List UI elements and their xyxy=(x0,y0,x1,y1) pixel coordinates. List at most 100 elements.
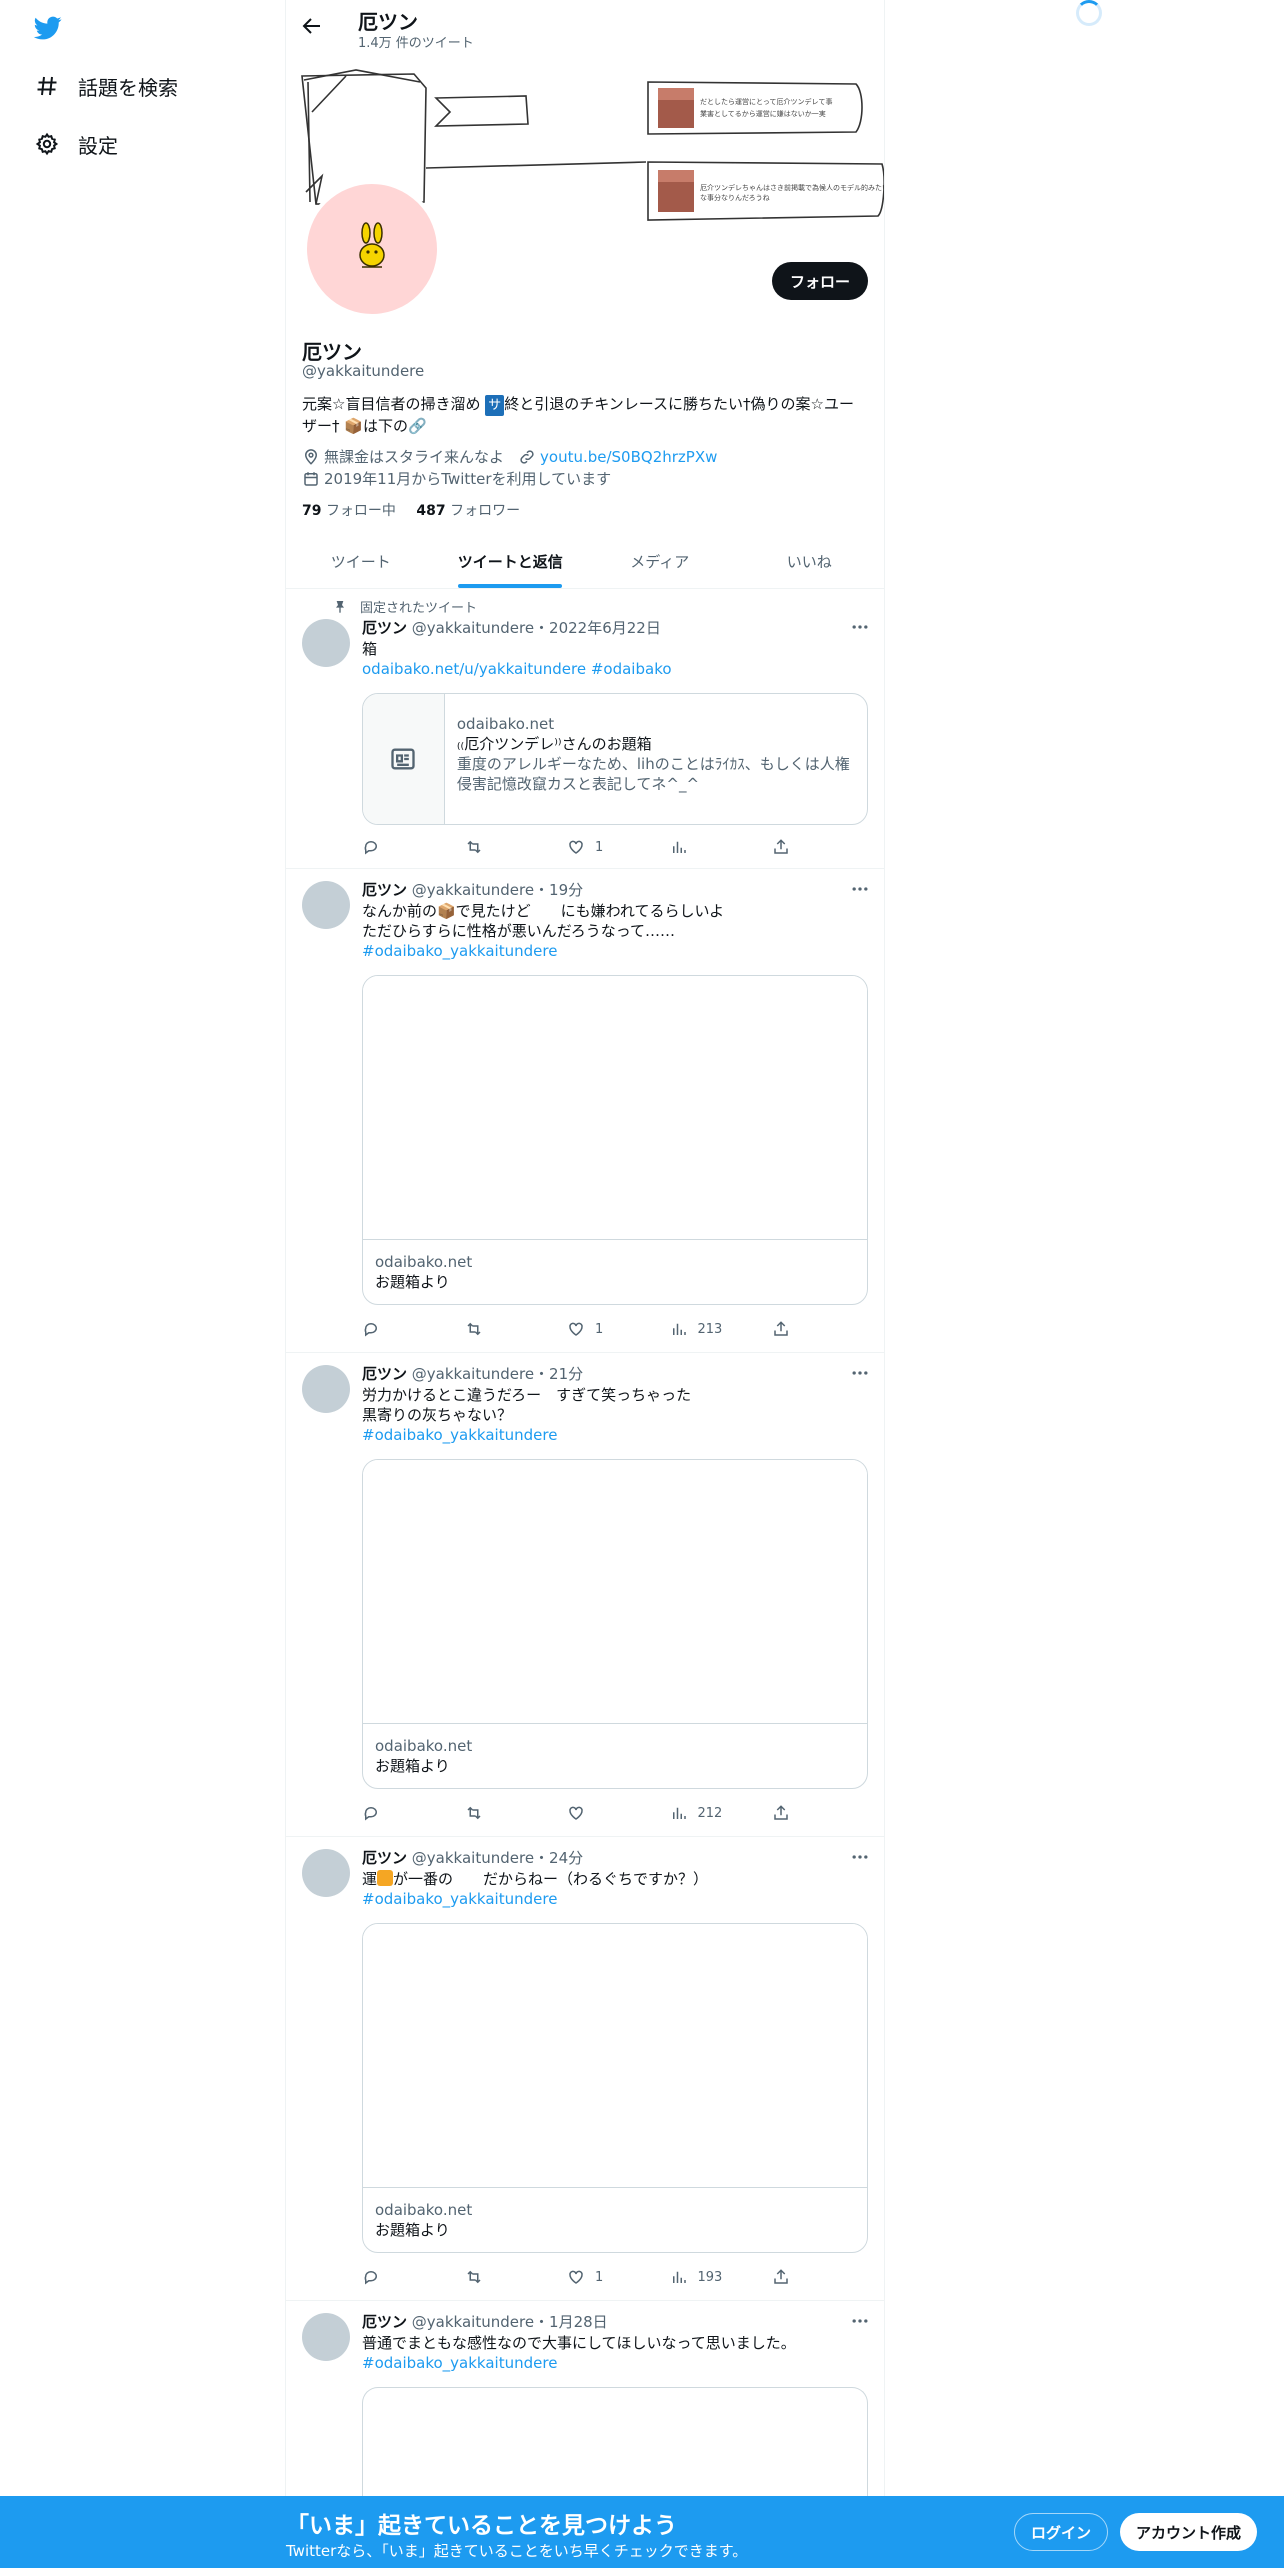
tweet-meta[interactable]: @yakkaitundere・2022年6月22日 xyxy=(412,619,661,637)
link-card[interactable]: odaibako.net お題箱より xyxy=(362,1923,868,2253)
bottom-bar-title: 「いま」起きていることを見つけよう xyxy=(286,2513,677,2539)
avatar[interactable] xyxy=(302,619,350,667)
profile-avatar[interactable] xyxy=(303,180,441,318)
sidebar-item-label: 話題を検索 xyxy=(78,75,178,100)
tab-likes[interactable]: いいね xyxy=(735,536,885,588)
tweet-text-part: 運 xyxy=(362,1870,378,1888)
views-button[interactable] xyxy=(670,837,740,857)
more-options-icon[interactable] xyxy=(850,617,870,637)
tweet-text: 運が一番の だからねー（わるぐちですか？） #odaibako_yakkaitu… xyxy=(362,1869,868,1909)
emoji-orange-square xyxy=(377,1870,394,1886)
avatar[interactable] xyxy=(302,1849,350,1897)
hashtag-link[interactable]: #odaibako_yakkaitundere xyxy=(362,1425,868,1445)
sidebar-item-explore[interactable]: 話題を検索 xyxy=(34,66,178,106)
login-button[interactable]: ログイン xyxy=(1014,2513,1109,2551)
banner-note-2: 業害としてるから運営に嫌はないか一実 xyxy=(700,109,826,118)
tweet-actions: 212 xyxy=(362,1803,802,1823)
avatar[interactable] xyxy=(302,881,350,929)
twitter-logo-icon[interactable] xyxy=(32,14,64,42)
more-options-icon[interactable] xyxy=(850,879,870,899)
hashtag-link[interactable]: #odaibako_yakkaitundere xyxy=(362,941,868,961)
analytics-icon xyxy=(672,841,686,853)
retweet-icon xyxy=(466,1322,481,1336)
like-button[interactable]: 1 xyxy=(567,1319,637,1339)
tweet-line: 普通でまともな感性なので大事にしてほしいなって思いました。 xyxy=(362,2334,796,2352)
like-button[interactable]: 1 xyxy=(567,2267,637,2287)
tweet-actions: 1 193 xyxy=(362,2267,802,2287)
tab-tweets-and-replies[interactable]: ツイートと返信 xyxy=(436,536,586,588)
share-icon xyxy=(774,839,788,854)
signup-button[interactable]: アカウント作成 xyxy=(1120,2513,1258,2551)
tweet-author-name[interactable]: 厄ツン xyxy=(362,1849,407,1867)
tweet-link[interactable]: odaibako.net/u/yakkaitundere #odaibako xyxy=(362,659,868,679)
tweet-item[interactable]: 厄ツン @yakkaitundere・1月28日 普通でまともな感性なので大事に… xyxy=(286,2301,884,2527)
hashtag-link[interactable]: #odaibako_yakkaitundere xyxy=(362,1889,868,1909)
location-pin-icon xyxy=(304,448,318,465)
profile-location: 無課金はスタライ来んなよ xyxy=(324,448,505,466)
analytics-icon xyxy=(672,1807,686,1819)
main-column: 厄ツン 1.4万 件のツイート だとしたら運営にとって厄介ツンデレて事 業害とし… xyxy=(285,0,885,2568)
card-description: 重度のアレルギーなため、lihのことはﾗｲｶｽ、もしくは人権侵害記憶改竄カスと表… xyxy=(456,755,850,793)
tweet-line: なんか前の📦で見たけど にも嫌われてるらしいよ xyxy=(362,902,725,920)
tweet-meta[interactable]: @yakkaitundere・19分 xyxy=(412,881,583,899)
tweet-meta[interactable]: @yakkaitundere・1月28日 xyxy=(412,2313,608,2331)
retweet-button[interactable] xyxy=(465,837,535,857)
retweet-button[interactable] xyxy=(465,1319,535,1339)
card-domain: odaibako.net xyxy=(375,2201,473,2219)
more-options-icon[interactable] xyxy=(850,2311,870,2331)
link-card[interactable]: odaibako.net ₍₍厄介ツンデレ⁾⁾さんのお題箱 重度のアレルギーなた… xyxy=(362,693,868,825)
tweet-author-name[interactable]: 厄ツン xyxy=(362,1365,407,1383)
hashtag-link[interactable]: #odaibako_yakkaitundere xyxy=(362,2353,868,2373)
bio-badge: サ xyxy=(485,395,505,416)
like-count: 1 xyxy=(595,2269,604,2285)
more-options-icon[interactable] xyxy=(850,1363,870,1383)
like-button[interactable] xyxy=(567,1803,637,1823)
follow-button[interactable]: フォロー xyxy=(771,262,868,300)
tweet-meta[interactable]: @yakkaitundere・24分 xyxy=(412,1849,583,1867)
share-button[interactable] xyxy=(772,1319,802,1339)
share-button[interactable] xyxy=(772,2267,802,2287)
profile-handle: @yakkaitundere xyxy=(302,362,425,380)
card-title: お題箱より xyxy=(375,2221,450,2239)
back-arrow-icon[interactable] xyxy=(300,14,324,38)
tab-tweets[interactable]: ツイート xyxy=(286,536,436,588)
sidebar-item-label: 設定 xyxy=(78,133,118,158)
tweet-meta[interactable]: @yakkaitundere・21分 xyxy=(412,1365,583,1383)
tweet-item[interactable]: 厄ツン @yakkaitundere・24分 運が一番の だからねー（わるぐちで… xyxy=(286,1837,884,2301)
retweet-icon xyxy=(466,840,481,854)
sidebar-item-settings[interactable]: 設定 xyxy=(34,124,118,164)
share-button[interactable] xyxy=(772,1803,802,1823)
avatar[interactable] xyxy=(302,2313,350,2361)
avatar[interactable] xyxy=(302,1365,350,1413)
views-button[interactable]: 213 xyxy=(670,1319,740,1339)
views-button[interactable]: 212 xyxy=(670,1803,740,1823)
card-title: お題箱より xyxy=(375,1273,450,1291)
pinned-label: 固定されたツイート xyxy=(360,601,478,616)
tweet-author-name[interactable]: 厄ツン xyxy=(362,619,407,637)
following-link[interactable]: 79 フォロー中 xyxy=(302,503,396,519)
tab-media[interactable]: メディア xyxy=(585,536,735,588)
reply-button[interactable] xyxy=(362,837,432,857)
tweet-item[interactable]: 厄ツン @yakkaitundere・19分 なんか前の📦で見たけど にも嫌われ… xyxy=(286,869,884,1353)
card-domain: odaibako.net xyxy=(375,1253,473,1271)
views-button[interactable]: 193 xyxy=(670,2267,740,2287)
more-options-icon[interactable] xyxy=(850,1847,870,1867)
tweet-item[interactable]: 厄ツン @yakkaitundere・21分 労力かけるとこ違うだろー すぎて笑… xyxy=(286,1353,884,1837)
followers-link[interactable]: 487 フォロワー xyxy=(416,503,520,519)
link-icon xyxy=(520,449,534,464)
link-card[interactable]: odaibako.net お題箱より xyxy=(362,1459,868,1789)
tweet-item[interactable]: 固定されたツイート 厄ツン @yakkaitundere・2022年6月22日 … xyxy=(286,589,884,869)
tweet-author-name[interactable]: 厄ツン xyxy=(362,881,407,899)
article-icon xyxy=(391,748,416,770)
retweet-button[interactable] xyxy=(465,2267,535,2287)
like-button[interactable]: 1 xyxy=(567,837,637,857)
tweet-author-name[interactable]: 厄ツン xyxy=(362,2313,407,2331)
reply-button[interactable] xyxy=(362,1803,432,1823)
link-card[interactable]: odaibako.net お題箱より xyxy=(362,975,868,1305)
share-button[interactable] xyxy=(772,837,802,857)
bio-text: 📦は下の🔗 xyxy=(344,417,427,435)
reply-button[interactable] xyxy=(362,1319,432,1339)
retweet-button[interactable] xyxy=(465,1803,535,1823)
reply-button[interactable] xyxy=(362,2267,432,2287)
profile-url-link[interactable]: youtu.be/S0BQ2hrzPXw xyxy=(540,448,717,466)
